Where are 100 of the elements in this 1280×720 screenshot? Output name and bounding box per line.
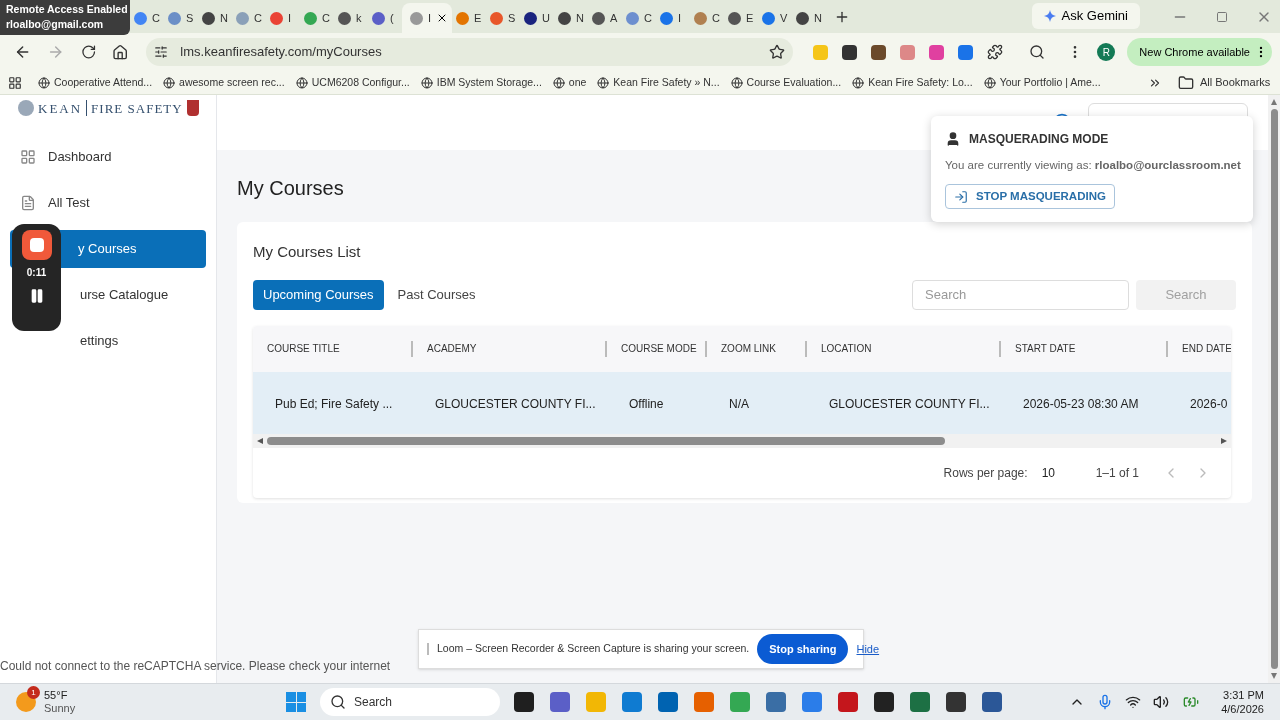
browser-tab[interactable]: N — [554, 3, 588, 33]
sidebar-item[interactable]: ettings — [10, 322, 206, 360]
site-icon — [338, 11, 351, 25]
volume-icon[interactable] — [1153, 694, 1170, 710]
bookmark-star-icon[interactable] — [769, 44, 786, 60]
extension-icon[interactable] — [842, 44, 858, 60]
globe-icon — [597, 76, 610, 89]
browser-tab[interactable]: C — [232, 3, 266, 33]
browser-tab[interactable]: S — [164, 3, 198, 33]
reload-icon[interactable] — [80, 44, 96, 60]
wifi-icon[interactable] — [1125, 694, 1142, 710]
browser-tab[interactable]: C — [300, 3, 334, 33]
grid-icon — [20, 149, 36, 165]
browser-tab[interactable]: A — [588, 3, 622, 33]
stop-masquerading-button[interactable]: STOP MASQUERADING — [945, 184, 1115, 210]
tab-search-icon[interactable] — [1029, 44, 1046, 60]
scroll-right-icon[interactable] — [1221, 437, 1227, 444]
profile-avatar[interactable]: R — [1097, 43, 1116, 61]
app-icon[interactable] — [514, 692, 534, 712]
address-bar[interactable]: lms.keanfiresafety.com/myCourses — [146, 38, 794, 66]
site-icon — [796, 11, 809, 25]
site-icon — [728, 11, 741, 25]
site-icon — [410, 11, 423, 25]
recaptcha-error: Could not connect to the reCAPTCHA service. Please check your internet — [0, 658, 391, 675]
extension-icon[interactable] — [871, 44, 887, 60]
globe-icon — [38, 76, 50, 89]
rows-per-page-label: Rows per page: — [943, 464, 1028, 482]
app-icon[interactable] — [946, 692, 966, 712]
weather-condition: Sunny — [44, 702, 76, 715]
restore-icon[interactable] — [1216, 11, 1228, 23]
globe-icon — [552, 76, 565, 89]
browser-tab[interactable]: I — [402, 3, 452, 33]
browser-tab[interactable]: E — [724, 3, 758, 33]
notification-badge: 1 — [27, 686, 40, 699]
browser-tab[interactable]: N — [792, 3, 826, 33]
bookmark[interactable]: Kean Fire Safety » N... — [597, 74, 720, 91]
table-cell: GLOUCESTER COUNTY FI... — [435, 396, 596, 411]
home-icon[interactable] — [112, 43, 129, 61]
bookmark[interactable]: awesome screen rec... — [163, 74, 285, 91]
sidebar-item[interactable]: Dashboard — [10, 138, 206, 176]
bookmark[interactable]: one — [552, 74, 587, 91]
page-range: 1–1 of 1 — [1095, 464, 1139, 482]
sidebar-item[interactable]: All Test — [10, 184, 206, 222]
scroll-left-icon[interactable] — [257, 437, 263, 444]
browser-tab[interactable]: I — [266, 3, 300, 33]
folder-icon — [1178, 74, 1194, 91]
site-icon — [558, 11, 571, 25]
browser-tab[interactable]: U — [520, 3, 554, 33]
all-bookmarks[interactable]: All Bookmarks — [1178, 74, 1271, 91]
site-settings-icon[interactable] — [154, 45, 169, 59]
bookmark[interactable]: Kean Fire Safety: Lo... — [852, 74, 973, 91]
bookmark[interactable]: Course Evaluation... — [730, 74, 842, 91]
browser-tab[interactable]: C — [690, 3, 724, 33]
taskbar-search[interactable]: Search — [320, 688, 500, 716]
app-icon[interactable] — [658, 692, 678, 712]
course-tab[interactable]: Upcoming Courses — [253, 279, 384, 310]
weather-icon — [16, 692, 36, 712]
site-icon — [456, 11, 469, 25]
page-title: My Courses — [237, 176, 344, 201]
browser-tab[interactable]: E — [452, 3, 486, 33]
site-icon — [270, 11, 283, 25]
browser-tab[interactable]: I — [656, 3, 690, 33]
apps-icon[interactable] — [8, 75, 22, 90]
browser-tab[interactable]: N — [198, 3, 232, 33]
column-header: ACADEMY — [426, 342, 478, 356]
ask-gemini-button[interactable]: Ask Gemini — [1031, 3, 1140, 29]
hide-link[interactable]: Hide — [856, 640, 880, 658]
browser-tab[interactable]: C — [622, 3, 656, 33]
column-header: COURSE MODE — [620, 342, 698, 356]
stop-sharing-button[interactable]: Stop sharing — [757, 634, 849, 664]
remote-access-tooltip: Remote Access Enabled rloalbo@gmail.com — [0, 0, 130, 35]
app-icon[interactable] — [874, 692, 894, 712]
scroll-up-icon[interactable] — [1271, 99, 1277, 105]
column-header: ZOOM LINK — [720, 342, 777, 356]
table-cell: 2026-05-23 08:30 AM — [1023, 396, 1139, 411]
start-icon[interactable] — [286, 692, 306, 712]
app-icon[interactable] — [910, 692, 930, 712]
bookmark[interactable]: Cooperative Attend... — [38, 74, 153, 91]
app-icon[interactable] — [982, 692, 1002, 712]
browser-tab[interactable]: C — [130, 3, 164, 33]
search-icon — [330, 694, 346, 710]
browser-tab[interactable]: S — [486, 3, 520, 33]
rows-per-page-select[interactable]: 10 — [1041, 463, 1072, 482]
browser-tab[interactable]: ( — [368, 3, 402, 33]
bookmark[interactable]: Your Portfolio | Ame... — [983, 74, 1101, 91]
seal-icon — [18, 100, 34, 116]
browser-tab[interactable]: k — [334, 3, 368, 33]
bookmark[interactable]: IBM System Storage... — [420, 74, 542, 91]
browser-tab[interactable]: V — [758, 3, 792, 33]
scroll-down-icon[interactable] — [1271, 673, 1277, 679]
extensions-icon[interactable] — [987, 44, 1004, 60]
new-tab-icon[interactable] — [834, 9, 850, 25]
table-cell: Pub Ed; Fire Safety ... — [275, 396, 393, 411]
vertical-scrollbar[interactable] — [1268, 95, 1280, 683]
update-button[interactable]: New Chrome available — [1127, 38, 1272, 66]
site-icon — [524, 11, 537, 25]
stop-recording-button[interactable] — [21, 230, 52, 260]
bookmark[interactable]: UCM6208 Configur... — [295, 74, 410, 91]
globe-icon — [852, 76, 865, 89]
course-tab[interactable]: Past Courses — [387, 279, 486, 310]
